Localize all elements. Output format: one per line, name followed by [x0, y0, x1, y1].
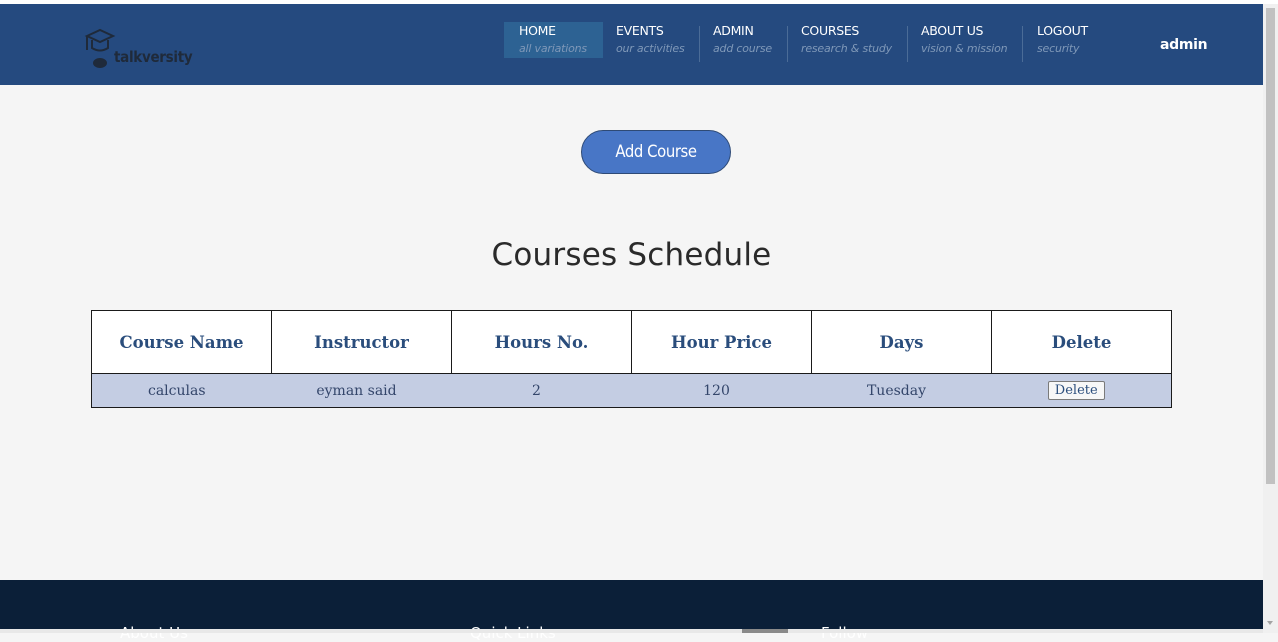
table-header-row: Course Name Instructor Hours No. Hour Pr…: [91, 310, 1172, 374]
horizontal-scrollbar[interactable]: [0, 629, 1263, 633]
nav-label: EVENTS: [616, 23, 664, 38]
table-row: calculas eyman said 2 120 Tuesday Delete: [91, 373, 1172, 408]
cell-instructor: eyman said: [271, 373, 452, 408]
logo-text: talkversity: [114, 48, 193, 66]
nav-item-admin[interactable]: ADMIN add course: [713, 22, 785, 58]
scrollbar-thumb[interactable]: [1266, 8, 1275, 484]
cell-hour-price: 120: [631, 373, 812, 408]
nav-divider: [787, 26, 788, 62]
footer-heading-about: About Us: [120, 624, 188, 642]
site-footer: About Us Quick Links Follow: [0, 580, 1263, 642]
nav-item-home[interactable]: HOME all variations: [504, 22, 603, 58]
nav-item-events[interactable]: EVENTS our activities: [616, 22, 698, 58]
nav-subtitle: security: [1037, 42, 1080, 55]
cell-hours-no: 2: [451, 373, 632, 408]
delete-row-button[interactable]: Delete: [1047, 381, 1105, 400]
nav-label: ADMIN: [713, 23, 754, 38]
nav-item-logout[interactable]: LOGOUT security: [1037, 22, 1117, 58]
nav-divider: [1022, 26, 1023, 62]
vertical-scrollbar[interactable]: [1263, 4, 1278, 633]
current-user[interactable]: admin: [1160, 37, 1208, 53]
nav-label: ABOUT US: [921, 23, 984, 38]
nav-subtitle: vision & mission: [921, 42, 1008, 55]
cell-days: Tuesday: [811, 373, 992, 408]
nav-label: HOME: [519, 23, 556, 38]
site-header: talkversity HOME all variations EVENTS o…: [0, 4, 1263, 85]
nav-subtitle: add course: [713, 42, 772, 55]
nav-item-courses[interactable]: COURSES research & study: [801, 22, 905, 58]
graduation-cap-icon: [84, 28, 116, 68]
scroll-down-arrow-icon[interactable]: [1267, 621, 1273, 625]
courses-table: Course Name Instructor Hours No. Hour Pr…: [91, 310, 1172, 408]
footer-heading-follow: Follow: [821, 624, 869, 642]
nav-subtitle: research & study: [801, 42, 892, 55]
column-header-hours-no: Hours No.: [451, 310, 632, 374]
horizontal-scrollbar-thumb[interactable]: [742, 629, 788, 633]
footer-heading-links: Quick Links: [470, 624, 556, 642]
column-header-instructor: Instructor: [271, 310, 452, 374]
nav-label: COURSES: [801, 23, 860, 38]
column-header-days: Days: [811, 310, 992, 374]
nav-divider: [699, 26, 700, 62]
page-title: Courses Schedule: [491, 237, 772, 273]
site-logo[interactable]: talkversity: [84, 26, 193, 70]
add-course-button[interactable]: Add Course: [581, 130, 731, 174]
nav-subtitle: our activities: [616, 42, 685, 55]
nav-label: LOGOUT: [1037, 23, 1088, 38]
nav-subtitle: all variations: [519, 42, 587, 55]
nav-divider: [907, 26, 908, 62]
column-header-hour-price: Hour Price: [631, 310, 812, 374]
column-header-delete: Delete: [991, 310, 1172, 374]
column-header-course-name: Course Name: [91, 310, 272, 374]
cell-delete: Delete: [991, 373, 1172, 408]
cell-course-name: calculas: [91, 373, 272, 408]
nav-item-about-us[interactable]: ABOUT US vision & mission: [921, 22, 1021, 58]
